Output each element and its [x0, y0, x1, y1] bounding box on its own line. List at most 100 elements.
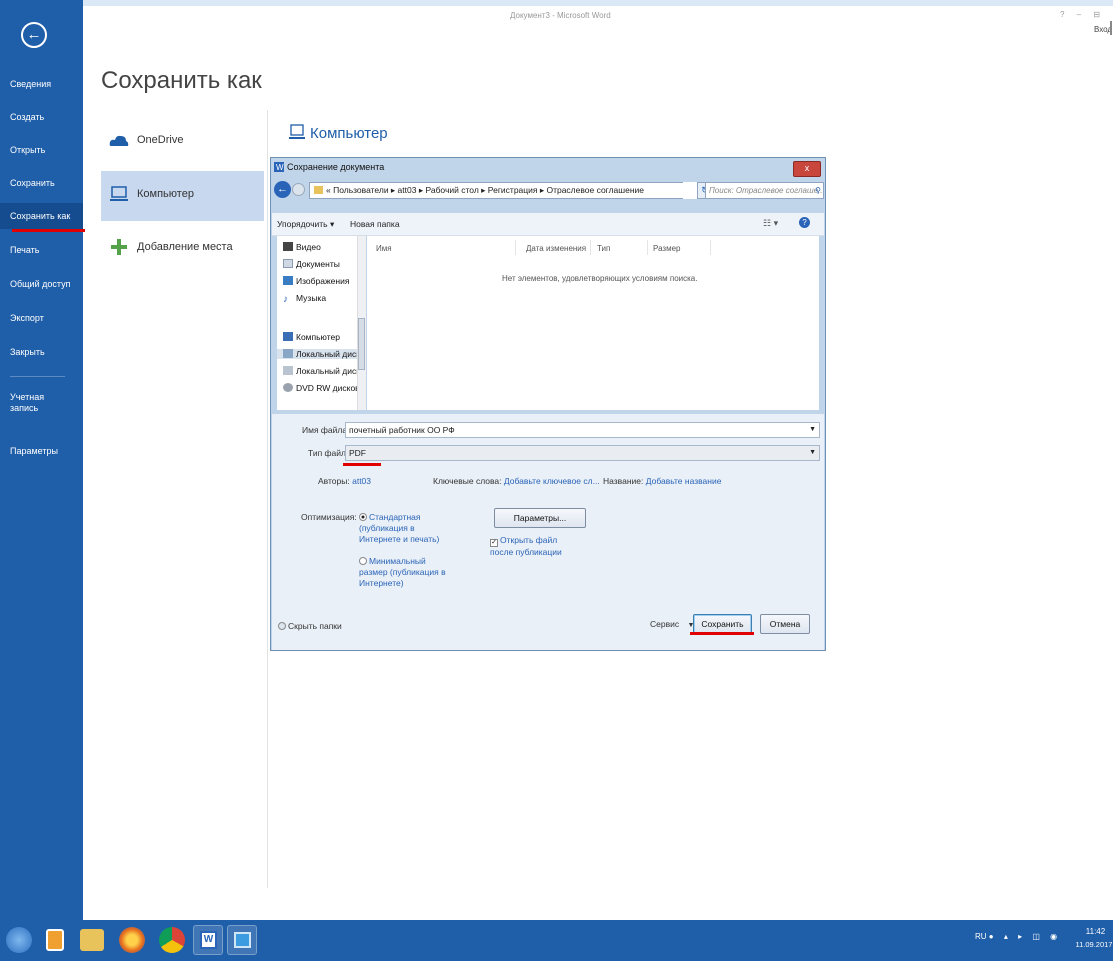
save-dialog: W Сохранение документа x ← « Пользовател…	[270, 157, 826, 651]
sidebar-item-export[interactable]: Экспорт	[0, 305, 83, 331]
service-menu[interactable]: Сервис ▼	[650, 619, 694, 629]
nav-item-local-disk-d[interactable]: Локальный диск	[283, 366, 357, 376]
sidebar-item-print[interactable]: Печать	[0, 237, 83, 263]
title-bar-strip	[0, 0, 1113, 6]
nav-item-local-disk-c[interactable]: Локальный диск	[277, 349, 357, 359]
nav-item-dvd[interactable]: DVD RW дисковод	[283, 383, 357, 393]
sidebar-item-account[interactable]: Учетная запись	[0, 392, 60, 422]
parameters-button[interactable]: Параметры...	[494, 508, 586, 528]
opt-standard-radio[interactable]: Стандартная (публикация в Интернете и пе…	[359, 512, 454, 545]
optimize-label: Оптимизация:	[301, 512, 357, 522]
title-field[interactable]: Название: Добавьте название	[603, 476, 721, 486]
chrome-icon[interactable]	[159, 927, 185, 953]
opt-minimal-radio[interactable]: Минимальный размер (публикация в Интерне…	[359, 556, 449, 589]
window-controls[interactable]: ? – ⊟	[1060, 10, 1105, 19]
nav-item-documents[interactable]: Документы	[283, 259, 340, 269]
radio-selected-icon	[359, 513, 367, 521]
filename-input[interactable]: почетный работник ОО РФ ▼	[345, 422, 820, 438]
open-after-checkbox[interactable]: ✓ Открыть файл после публикации	[490, 535, 580, 558]
back-arrow-icon[interactable]: ←	[274, 181, 291, 198]
organize-menu[interactable]: Упорядочить ▾	[277, 219, 334, 230]
folder-icon	[314, 186, 323, 194]
nav-item-pictures[interactable]: Изображения	[283, 276, 349, 286]
sidebar-item-save[interactable]: Сохранить	[0, 170, 83, 196]
window-title: Документ3 - Microsoft Word	[510, 11, 611, 20]
nav-item-video[interactable]: Видео	[283, 242, 321, 252]
hide-folders-toggle[interactable]: Скрыть папки	[278, 621, 342, 631]
place-computer[interactable]: Компьютер	[101, 171, 264, 221]
nav-label: Документы	[296, 259, 340, 269]
clock-date[interactable]: 11.09.2017	[1075, 940, 1113, 949]
page-title: Сохранить как	[101, 67, 262, 94]
column-divider	[647, 240, 648, 255]
media-player-icon[interactable]	[46, 929, 64, 951]
save-options: Имя файла: почетный работник ОО РФ ▼ Тип …	[272, 414, 824, 650]
place-label: OneDrive	[137, 134, 184, 146]
start-icon[interactable]	[6, 927, 32, 953]
column-divider	[515, 240, 516, 255]
image-icon	[234, 932, 251, 948]
svg-text:W: W	[276, 163, 284, 172]
opt-minimal-label: Минимальный размер (публикация в Интерне…	[359, 556, 446, 588]
sidebar-item-save-as[interactable]: Сохранить как	[0, 203, 83, 229]
search-placeholder: Поиск: Отраслевое соглаше...	[709, 186, 824, 195]
clock-time[interactable]: 11:42	[1078, 927, 1113, 936]
authors-label: Авторы:	[318, 476, 350, 486]
forward-arrow-icon[interactable]	[292, 183, 305, 196]
place-label: Добавление места	[137, 241, 233, 253]
drive-icon	[283, 366, 293, 375]
filetype-select[interactable]: PDF ▼	[345, 445, 820, 461]
column-header-name[interactable]: Имя	[376, 244, 392, 253]
column-divider	[590, 240, 591, 255]
sidebar-item-info[interactable]: Сведения	[0, 71, 83, 97]
column-header-date[interactable]: Дата изменения	[526, 244, 586, 253]
column-divider	[710, 240, 711, 255]
column-header-size[interactable]: Размер	[653, 244, 681, 253]
keywords-field[interactable]: Ключевые слова: Добавьте ключевое сл...	[433, 476, 600, 486]
sidebar-item-options[interactable]: Параметры	[0, 438, 83, 464]
search-input[interactable]: Поиск: Отраслевое соглаше... ⚲	[705, 182, 824, 199]
dvd-icon	[283, 383, 293, 392]
column-header-type[interactable]: Тип	[597, 244, 610, 253]
system-tray[interactable]: RU ● ▴ ▸ ◫ ◉	[975, 932, 1061, 941]
opt-standard-label: Стандартная (публикация в Интернете и пе…	[359, 512, 440, 544]
authors-value: att03	[352, 476, 372, 486]
firefox-icon[interactable]	[119, 927, 145, 953]
address-bar[interactable]: « Пользователи ▸ att03 ▸ Рабочий стол ▸ …	[309, 182, 719, 199]
keywords-label: Ключевые слова:	[433, 476, 502, 486]
title-value: Добавьте название	[645, 476, 722, 486]
sidebar-item-new[interactable]: Создать	[0, 104, 83, 130]
filetype-value: PDF	[349, 448, 366, 458]
sidebar-item-close[interactable]: Закрыть	[0, 339, 83, 365]
documents-icon	[283, 259, 293, 268]
new-folder-button[interactable]: Новая папка	[350, 219, 400, 229]
checkbox-checked-icon: ✓	[490, 539, 498, 547]
dialog-title: Сохранение документа	[287, 162, 385, 172]
nav-item-computer[interactable]: Компьютер	[283, 332, 340, 342]
sidebar-item-share[interactable]: Общий доступ	[0, 271, 83, 297]
authors-field[interactable]: Авторы: att03	[318, 476, 371, 486]
file-explorer-icon[interactable]	[80, 929, 104, 951]
close-button[interactable]: x	[793, 161, 821, 177]
screenshot-taskbar-icon[interactable]	[227, 925, 257, 955]
word-doc-icon: W	[274, 162, 284, 172]
nav-scrollbar-thumb[interactable]	[358, 318, 365, 370]
language-indicator[interactable]: RU	[975, 932, 987, 941]
keywords-value: Добавьте ключевое сл...	[503, 476, 600, 486]
word-taskbar-icon[interactable]: W	[193, 925, 223, 955]
back-arrow-icon[interactable]: ←	[21, 22, 47, 48]
nav-item-music[interactable]: ♪ Музыка	[283, 293, 326, 305]
sidebar-divider	[10, 376, 65, 377]
save-button-highlight	[690, 632, 754, 635]
save-button[interactable]: Сохранить	[693, 614, 752, 634]
hide-folders-label: Скрыть папки	[288, 621, 342, 631]
place-onedrive[interactable]: OneDrive	[101, 117, 264, 166]
help-icon[interactable]: ?	[799, 217, 810, 228]
view-menu[interactable]: ☷ ▾	[763, 218, 778, 229]
cancel-button[interactable]: Отмена	[760, 614, 810, 634]
place-add[interactable]: Добавление места	[101, 224, 264, 273]
chevron-down-icon: ▼	[809, 449, 816, 456]
computer-icon	[110, 186, 128, 201]
sidebar-item-open[interactable]: Открыть	[0, 137, 83, 163]
tray-icons[interactable]: ● ▴ ▸ ◫ ◉	[989, 932, 1061, 941]
